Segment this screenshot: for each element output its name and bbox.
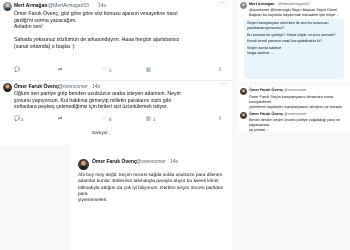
tweet-text: Abi boy moy değil. Seçim öncesi sağda so… xyxy=(78,173,224,204)
reply-count: 2 xyxy=(21,117,24,122)
author-handle[interactable]: @ovencomer xyxy=(284,112,307,116)
quoted-text-saniyor: Sanıyor.. xyxy=(92,130,111,135)
tweet-text: Benim derdim seçim öncesi partiye çoğalt… xyxy=(249,118,340,132)
avatar[interactable] xyxy=(3,2,12,11)
question-2: Bu konuda bir görüşü? Yoksa böyle mi sor… xyxy=(247,32,336,37)
author-name[interactable]: Ömer Faruk Övenç xyxy=(92,159,137,165)
share-icon[interactable]: ⇪ xyxy=(218,68,222,73)
question-3: Kendi kendi yanınızı nasıl koruyabilirsi… xyxy=(247,39,323,44)
tweet-text: Oğlum sen partiye girip benden usulsüzce… xyxy=(14,91,181,111)
avatar[interactable] xyxy=(240,88,247,95)
tweet-card-omer-reply[interactable]: Sanıyor.. Ömer Faruk Övenç @ovencomer 14… xyxy=(70,123,232,250)
author-handle[interactable]: @MertArmagan53 xyxy=(48,3,89,9)
message-bubble: Seçim kampanyası sürerken ilk kez bu sor… xyxy=(244,19,344,79)
more-options-icon[interactable]: ··· xyxy=(220,81,228,87)
tweet-card-mert[interactable]: Mert Armağan @MertArmagan53 14s ··· Ömer… xyxy=(0,0,232,80)
heart-icon[interactable]: ♡ xyxy=(102,117,106,122)
views-icon[interactable]: ▥ xyxy=(146,117,151,122)
tweet-time[interactable]: 14s xyxy=(170,159,178,165)
share-icon[interactable]: ⇪ xyxy=(218,117,222,122)
tweet-time[interactable]: 14s xyxy=(92,84,100,90)
tweet-text: Ömer Faruk Övenç, göz göre göre söz konu… xyxy=(14,11,180,50)
reply-icon[interactable]: 💬 xyxy=(14,117,20,122)
views-icon[interactable]: ▥ xyxy=(146,68,151,73)
author-handle[interactable]: @ovencomer xyxy=(136,159,166,165)
author-handle[interactable]: @ovencomer xyxy=(58,84,88,90)
author-name[interactable]: Ömer Faruk Övenç xyxy=(249,112,283,116)
screenshot-top-right: Mert Armağan @MertArmagan53 @ozelsoner @… xyxy=(238,0,350,82)
reply-icon[interactable]: 💬 xyxy=(14,68,20,73)
avatar[interactable] xyxy=(240,2,247,9)
author-handle[interactable]: @MertArmagan53 xyxy=(278,2,309,6)
heart-icon[interactable]: ♡ xyxy=(102,68,106,73)
more-options-icon[interactable]: ··· xyxy=(220,0,228,6)
like-count: 2 xyxy=(109,68,112,73)
author-name[interactable]: Ömer Faruk Övenç xyxy=(14,84,59,90)
like-count: 8 xyxy=(109,117,112,122)
avatar[interactable] xyxy=(78,159,89,170)
avatar[interactable] xyxy=(3,83,12,92)
avatar[interactable] xyxy=(240,112,247,119)
question-4: Seçim sonra sadece longa sadece ... xyxy=(247,46,282,55)
author-name[interactable]: Mert Armağan xyxy=(249,2,274,6)
author-name[interactable]: Ömer Faruk Övenç xyxy=(249,88,283,92)
author-name[interactable]: Mert Armağan xyxy=(14,3,47,9)
intro-text: @ozelsoner @imamoglu Sayın Başkan Sayın … xyxy=(249,8,340,17)
screenshot-bottom-right: Ömer Faruk Övenç @ovencomer Benim derdim… xyxy=(238,110,350,132)
retweet-icon[interactable]: ⇄ xyxy=(58,68,62,73)
question-1: Seçim kampanyası sürerken ilk kez bu sor… xyxy=(247,21,329,30)
author-handle[interactable]: @ovencomer xyxy=(284,88,307,92)
tweet-time[interactable]: 14s xyxy=(98,3,106,9)
view-count: 1 xyxy=(153,117,156,122)
retweet-icon[interactable]: ⇄ xyxy=(58,117,62,122)
